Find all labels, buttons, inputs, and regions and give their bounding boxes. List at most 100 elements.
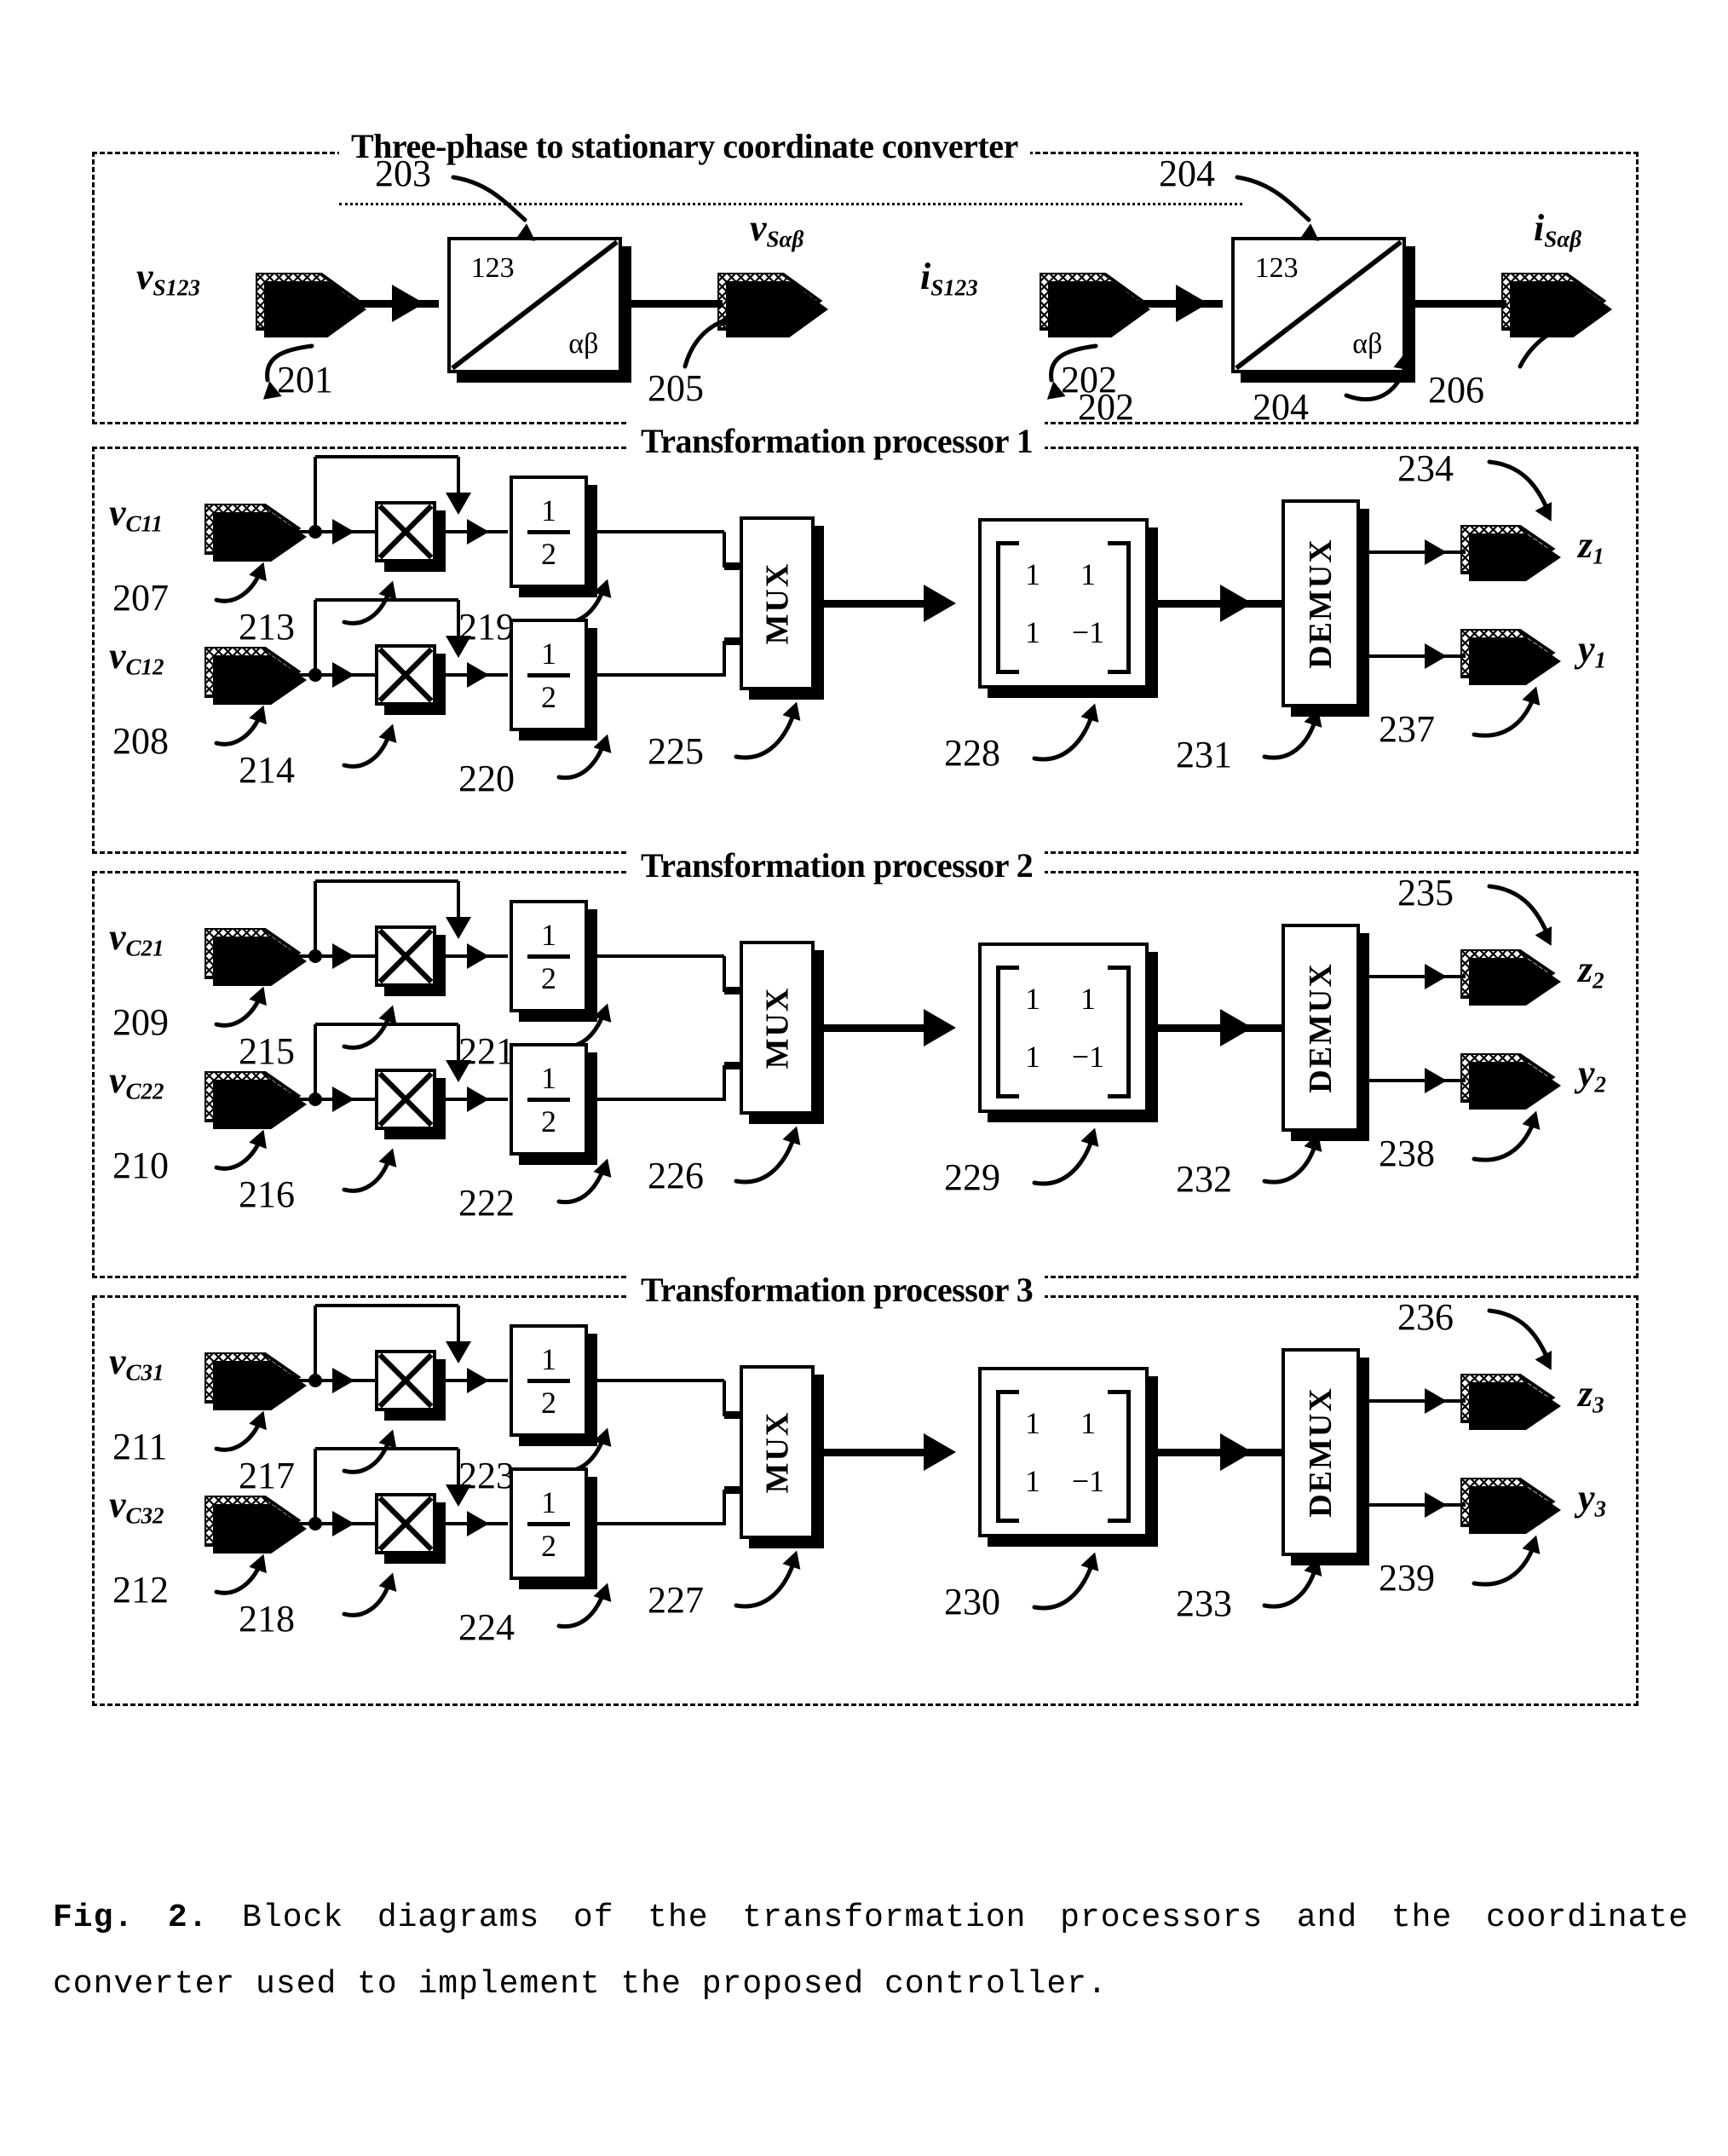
tp3-in1-label: vC31 <box>109 1343 164 1385</box>
tp2-in2-multiplier[interactable] <box>375 1069 436 1130</box>
tp3-out1-arrow <box>1425 1388 1447 1414</box>
figure-caption: Fig. 2. Block diagrams of the transforma… <box>53 1885 1689 2018</box>
tp1-mux[interactable]: MUX <box>740 516 815 690</box>
tp2-in2-gain-bar <box>527 1097 571 1102</box>
tp2-in1-fb-arrow <box>446 917 471 939</box>
var-base: y <box>1578 628 1595 670</box>
tp1-demux-leader <box>1262 717 1318 760</box>
tp3-in2-gain-block[interactable]: 12 <box>510 1467 588 1580</box>
tp1-in1-gain-numerator: 1 <box>541 493 556 527</box>
tp3-matrix-out-line <box>1155 1449 1282 1456</box>
tp3-in1-fb-up <box>314 1306 317 1381</box>
tp1-in2-gain-denominator: 2 <box>541 679 556 714</box>
tp2-in1-multiplier[interactable] <box>375 925 436 987</box>
var-subscript: 2 <box>1593 967 1604 994</box>
tp2-out2-ref: 238 <box>1379 1133 1435 1174</box>
tp2-in2-label: vC22 <box>109 1062 164 1104</box>
tp1-demux[interactable]: DEMUX <box>1282 499 1360 707</box>
var-base: z <box>1578 524 1593 566</box>
tp3-mux[interactable]: MUX <box>740 1365 815 1539</box>
tp1-in1-gain-out-line <box>595 530 724 533</box>
var-base: v <box>136 256 153 297</box>
var-base: v <box>109 492 126 533</box>
var-subscript: C21 <box>125 935 164 961</box>
converter-0-input-arrow <box>392 285 424 322</box>
tp2-matrix-ref: 229 <box>944 1156 1000 1198</box>
tp2-in2-input-ref: 210 <box>112 1144 169 1186</box>
tp1-mux-ref: 225 <box>648 730 704 772</box>
tp2-matrix-leader <box>1032 1136 1095 1186</box>
tp1-in2-label: vC12 <box>109 637 164 679</box>
tp3-out1-line <box>1365 1399 1466 1403</box>
tp2-matrix-out-line <box>1155 1024 1282 1032</box>
converter-1-block-top-label: 123 <box>1254 251 1299 284</box>
tp3-in1-gain-in-arrow <box>467 1368 489 1393</box>
tp2-out2-leader <box>1472 1119 1536 1162</box>
tp2-in1-gain-numerator: 1 <box>541 917 556 952</box>
converter-1-input-label: iS123 <box>920 258 978 300</box>
tp3-in1-gain-bar <box>527 1378 571 1383</box>
matrix-bracket-right <box>1107 1390 1131 1523</box>
tp1-matrix-grid: 1 1 1 −1 <box>982 522 1145 685</box>
tp2-in2-fb-up <box>314 1024 317 1099</box>
tp3-in1-multiplier[interactable] <box>375 1350 436 1411</box>
tp3-in2-gain-step-v <box>723 1490 726 1525</box>
tp1-in1-multiplier[interactable] <box>375 501 436 562</box>
section-tp2-title: Transformation processor 2 <box>629 845 1045 885</box>
var-base: i <box>1534 207 1545 249</box>
tp2-matrix-out-arrow <box>1220 1009 1253 1046</box>
var-base: z <box>1578 948 1593 990</box>
tp1-in1-gain-block[interactable]: 12 <box>510 476 588 588</box>
converter-0-block-ref: 203 <box>375 153 431 194</box>
tp1-demux-ref: 231 <box>1176 734 1232 775</box>
caption-label: Fig. 2. <box>53 1899 209 1936</box>
tp3-in2-tag <box>204 1496 308 1555</box>
tp3-in2-multiplier[interactable] <box>375 1493 436 1554</box>
converter-0-block[interactable]: 123 αβ <box>447 237 622 373</box>
var-subscript: 3 <box>1593 1392 1604 1418</box>
tp1-matrix-block[interactable]: 1 1 1 −1 <box>978 518 1149 689</box>
tp2-mux-out-arrow <box>924 1009 956 1046</box>
tp2-out1-tag <box>1460 949 1563 1007</box>
tp2-in2-gain-step-v <box>723 1065 726 1101</box>
section-tp3-title: Transformation processor 3 <box>629 1270 1045 1310</box>
tp3-out2-leader <box>1472 1543 1536 1587</box>
tp3-out1-tag <box>1460 1374 1563 1432</box>
tp1-out1-label: z1 <box>1578 527 1604 568</box>
tp2-mux-leader <box>734 1134 797 1185</box>
tp2-matrix-grid: 1 1 1 −1 <box>982 946 1145 1110</box>
tp1-matrix-out-line <box>1155 600 1282 608</box>
tp2-demux[interactable]: DEMUX <box>1282 924 1360 1132</box>
tp2-in1-label: vC21 <box>109 919 164 960</box>
tp2-out1-leader <box>1487 884 1550 937</box>
tp1-in1-fb-down <box>457 457 460 494</box>
section-tp1 <box>92 447 1639 854</box>
tp1-in2-gain-block[interactable]: 12 <box>510 619 588 731</box>
tp2-matrix-block[interactable]: 1 1 1 −1 <box>978 943 1149 1113</box>
tp1-out1-leader <box>1487 459 1550 512</box>
tp2-in2-tag <box>204 1071 308 1131</box>
tp3-demux[interactable]: DEMUX <box>1282 1348 1360 1556</box>
section-tp3 <box>92 1295 1639 1706</box>
tp3-in2-gain-bar <box>527 1521 571 1526</box>
tp1-mux-out-arrow <box>924 585 956 622</box>
tp1-in2-multiplier[interactable] <box>375 644 436 706</box>
tp3-in2-mult-in-arrow <box>332 1511 354 1536</box>
tp2-out2-label: y2 <box>1578 1055 1606 1097</box>
tp3-matrix-block[interactable]: 1 1 1 −1 <box>978 1367 1149 1537</box>
tp2-in2-gain-block[interactable]: 12 <box>510 1043 588 1156</box>
tp1-in2-gain-out-line <box>595 673 724 677</box>
tp3-out2-ref: 239 <box>1379 1557 1435 1599</box>
tp3-in2-input-ref: 212 <box>112 1569 169 1611</box>
tp2-in2-gain-out-line <box>595 1098 724 1101</box>
tp2-mux[interactable]: MUX <box>740 941 815 1115</box>
tp3-in1-gain-block[interactable]: 12 <box>510 1324 588 1437</box>
converter-1-block-bottom-label: αβ <box>1352 328 1383 360</box>
matrix-bracket-left <box>996 1390 1020 1523</box>
converter-0-block-top-label: 123 <box>470 251 515 284</box>
converter-1-block[interactable]: 123 αβ <box>1231 237 1406 373</box>
converter-0-input-leader-arrow <box>260 379 282 400</box>
tp2-in1-gain-out-line <box>595 954 724 958</box>
tp2-in1-gain-block[interactable]: 12 <box>510 900 588 1012</box>
tp3-in1-mult-in-arrow <box>332 1368 354 1393</box>
